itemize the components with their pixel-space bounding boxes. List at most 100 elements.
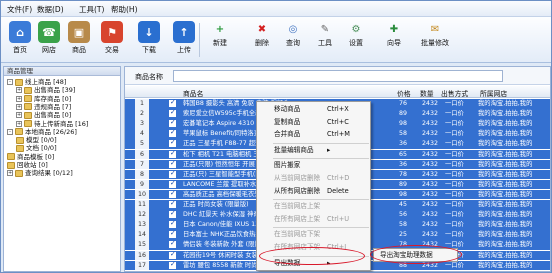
row-checkbox[interactable] (169, 170, 176, 178)
row-checkbox[interactable] (169, 190, 176, 198)
expand-toggle-icon[interactable]: - (7, 128, 13, 135)
toolbar-button-4[interactable]: ↓ 下载 (134, 19, 164, 55)
new-icon: + (215, 23, 225, 35)
context-menu-item[interactable]: 在所有网店上架 Ctrl+U (257, 214, 372, 225)
toolbar-button-5[interactable]: ↑ 上传 (169, 19, 199, 55)
tree-item-label: 线上商品 [48] (25, 78, 67, 86)
col-price[interactable]: 价格 (397, 88, 411, 98)
cell-price: 25 (399, 231, 408, 239)
toolbar-button-small-2[interactable]: ◎ 查询 (280, 19, 306, 48)
tree-item-label: 文档 [0/0] (26, 144, 57, 153)
row-checkbox[interactable] (169, 220, 176, 229)
menu-item-0[interactable]: 文件(F) (7, 4, 32, 15)
tree-item-label: 违规商品 [7] (34, 102, 72, 111)
context-menu-item[interactable]: 合并商品 Ctrl+M (257, 129, 372, 140)
toolbar-button-2[interactable]: ▣ 商品 (64, 19, 94, 55)
toolbar: ⌂ 首页 ☎ 网店 ▣ 商品 ⚑ 交易 ↓ 下载 ↑ 上传 + 新建 ✖ 删除 ◎ 查询 ✎ 工具 ⚙ 设置 ✚ 向导 ✉ 批量修… (1, 17, 551, 63)
row-number: 7 (135, 159, 149, 170)
row-checkbox[interactable] (169, 160, 176, 168)
row-checkbox[interactable] (169, 150, 176, 158)
menu-item-shortcut: Delete (327, 186, 349, 195)
cell-price: 98 (399, 120, 408, 128)
row-number: 12 (135, 210, 149, 220)
expand-toggle-icon[interactable]: + (16, 95, 22, 102)
tree-item[interactable]: + 查询结果 [0/12] (7, 169, 73, 178)
toolbar-button-small-3[interactable]: ✎ 工具 (312, 19, 338, 48)
expand-toggle-icon[interactable]: + (16, 87, 22, 94)
cell-shop: 我的淘宝,拍拍,我的 (478, 211, 533, 219)
expand-toggle-icon[interactable]: - (7, 79, 13, 85)
search-label: 商品名称 (135, 73, 163, 81)
cell-mode: 一口价 (445, 170, 464, 178)
context-menu-item[interactable]: 在当前网店上架 (257, 201, 372, 212)
sidebar-header: 商品管理 (4, 67, 120, 76)
row-checkbox[interactable] (169, 210, 176, 219)
annotation-circle-submenu (370, 245, 462, 264)
context-menu-item[interactable]: 图片搬家 (257, 160, 372, 171)
toolbar-button-3[interactable]: ⚑ 交易 (97, 19, 127, 55)
toolbar-button-small-6[interactable]: ✉ 批量修改 (415, 19, 455, 48)
context-menu-item[interactable]: 复制商品 Ctrl+C (257, 117, 372, 128)
expand-toggle-icon[interactable]: + (16, 112, 22, 119)
expand-toggle-icon[interactable]: + (16, 120, 22, 127)
cell-mode: 一口价 (445, 100, 464, 107)
toolbar-button-small-1[interactable]: ✖ 删除 (249, 19, 275, 48)
expand-toggle-icon[interactable]: + (7, 170, 13, 177)
col-shop[interactable]: 所属网店 (480, 88, 507, 98)
toolbar-button-0[interactable]: ⌂ 首页 (5, 19, 35, 55)
context-menu-item[interactable]: 从当前网店删除 Ctrl+D (257, 173, 372, 184)
folder-icon (24, 103, 32, 111)
row-checkbox[interactable] (169, 139, 176, 148)
toolbar-button-small-4[interactable]: ⚙ 设置 (343, 19, 369, 48)
toolbar-label: 设置 (349, 39, 363, 47)
toolbar-button-1[interactable]: ☎ 网店 (34, 19, 64, 55)
row-checkbox[interactable] (169, 251, 176, 259)
row-checkbox[interactable] (169, 261, 176, 269)
expand-toggle-icon[interactable]: + (16, 103, 22, 110)
toolbar-button-small-5[interactable]: ✚ 向导 (381, 19, 407, 48)
settings-icon: ⚙ (351, 23, 361, 35)
row-checkbox[interactable] (169, 119, 176, 128)
cell-name: 正品 时尚女装 (限量版) (183, 201, 249, 208)
tree-item-label: 库存商品 [0] (34, 94, 72, 103)
row-checkbox[interactable] (169, 200, 176, 209)
cell-qty: 2432 (422, 150, 439, 158)
cell-qty: 2432 (422, 221, 439, 229)
menu-separator (273, 158, 369, 160)
col-qty[interactable]: 数量 (420, 88, 434, 98)
menu-item-1[interactable]: 数据(D) (37, 4, 64, 15)
context-menu-item[interactable]: 从所有网店删除 Delete (257, 186, 372, 197)
menu-separator (273, 227, 369, 229)
context-menu-item[interactable]: 批量编辑商品 ▸ (257, 145, 372, 156)
menu-item-3[interactable]: 帮助(H) (111, 4, 138, 15)
context-menu-item[interactable]: 在当前网店下架 (257, 229, 372, 240)
menu-item-2[interactable]: 工具(T) (79, 4, 104, 15)
row-checkbox[interactable] (169, 109, 176, 118)
row-checkbox[interactable] (169, 230, 176, 239)
cell-qty: 2432 (422, 180, 439, 188)
row-checkbox[interactable] (169, 99, 176, 108)
tree-item-label: 商品模板 [0] (17, 152, 55, 161)
menu-item-shortcut: Ctrl+U (327, 214, 350, 223)
cell-mode: 一口价 (445, 130, 464, 138)
tree-item-label: 回收站 [0] (17, 161, 48, 169)
toolbar-label: 交易 (105, 46, 119, 54)
toolbar-button-small-0[interactable]: + 新建 (207, 19, 233, 48)
tree-item-label: 本地商品 [26/26] (25, 127, 77, 136)
col-sale-mode[interactable]: 出售方式 (441, 88, 468, 98)
tree-item-label: 查询结果 [0/12] (25, 169, 73, 178)
search-input[interactable] (173, 70, 503, 82)
cell-shop: 我的淘宝,拍拍,我的 (478, 170, 533, 178)
cell-mode: 一口价 (445, 110, 464, 118)
tree-item-label: 出售商品 [39] (34, 86, 76, 95)
tree-item-label: 出售商品 [0] (34, 111, 72, 120)
row-checkbox[interactable] (169, 240, 176, 249)
cell-mode: 一口价 (445, 261, 464, 269)
row-checkbox[interactable] (169, 129, 176, 138)
cell-shop: 我的淘宝,拍拍,我的 (478, 100, 533, 107)
col-name[interactable]: 商品名 (183, 88, 203, 98)
cell-mode: 一口价 (445, 201, 464, 208)
row-number: 2 (135, 109, 149, 119)
row-checkbox[interactable] (169, 180, 176, 188)
context-menu-item[interactable]: 移动商品 Ctrl+X (257, 104, 372, 115)
